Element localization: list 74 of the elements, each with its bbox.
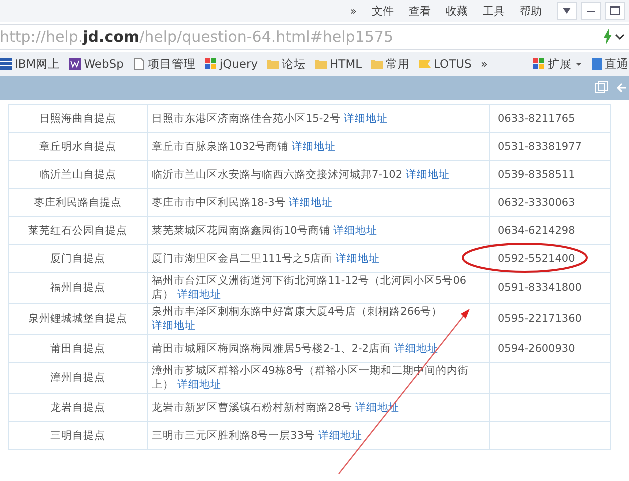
address-text: 泉州市丰泽区刺桐东路中好富康大厦4号店（刺桐路266号） 详细地址	[152, 306, 443, 332]
address-text: 章丘市百脉泉路1032号商铺 详细地址	[152, 140, 336, 152]
store-name-cell: 莆田自提点	[8, 334, 148, 362]
menu-item[interactable]: 收藏	[446, 4, 468, 18]
details-link[interactable]: 详细地址	[334, 224, 378, 236]
details-link[interactable]: 详细地址	[177, 379, 222, 391]
folder-icon	[371, 58, 384, 70]
bookmark-item[interactable]: 项目管理	[132, 56, 196, 72]
dropdown-icon[interactable]	[557, 2, 577, 20]
colored-squares-icon	[204, 58, 217, 70]
menu-item[interactable]: 文件	[372, 4, 394, 18]
store-name-cell: 莱芜红石公园自提点	[8, 216, 148, 244]
bookmark-item[interactable]: IBM网上	[0, 56, 60, 72]
stripes-icon	[0, 58, 12, 70]
address-text: 莱芜莱城区花园南路鑫园街10号商铺 详细地址	[152, 224, 378, 236]
folder-icon	[315, 58, 328, 70]
details-link[interactable]: 详细地址	[394, 342, 438, 354]
bookmark-item[interactable]: WebSp	[69, 57, 124, 71]
extensions-button[interactable]: 扩展	[533, 56, 583, 72]
folder-icon	[267, 58, 280, 70]
address-text: 福州市台江区义洲街道河下街北河路11-12号（北河园小区5号06店） 详细地址	[152, 275, 467, 301]
address-text: 临沂市兰山区水安路与临西六路交接沭河城邦7-102 详细地址	[152, 168, 450, 180]
store-name-cell: 枣庄利民路自提点	[8, 188, 148, 216]
address-text: 三明市三元区胜利路8号一层33号 详细地址	[152, 430, 362, 442]
address-text: 日照市东港区济南路佳合苑小区15-2号 详细地址	[152, 112, 388, 124]
bookmark-item[interactable]: jQuery	[204, 57, 258, 71]
store-name-cell: 厦门自提点	[8, 244, 148, 272]
page-icon	[592, 58, 602, 70]
maximize-icon[interactable]	[605, 2, 625, 20]
w-logo-icon	[69, 58, 82, 70]
bookmark-item[interactable]: 论坛	[267, 56, 306, 72]
phone-number: 0594-2600930	[498, 342, 576, 354]
bookmark-item[interactable]: LOTUS	[419, 57, 472, 71]
phone-number: 0531-83381977	[498, 140, 582, 152]
details-link[interactable]: 详细地址	[152, 320, 196, 332]
menu-item[interactable]: 查看	[409, 4, 431, 18]
details-link[interactable]: 详细地址	[177, 289, 222, 301]
details-link[interactable]: 详细地址	[289, 196, 334, 208]
overflow-chevron[interactable]: »	[350, 4, 357, 18]
phone-number: 0595-22171360	[498, 313, 582, 325]
details-link[interactable]: 详细地址	[344, 112, 388, 124]
phone-number: 0592-5521400	[498, 252, 576, 264]
menu-item[interactable]: 工具	[483, 4, 505, 18]
store-name-cell: 漳州自提点	[8, 362, 148, 394]
store-name-cell: 章丘明水自提点	[8, 132, 148, 160]
address-text: 厦门市湖里区金昌二里111号之5店面 详细地址	[152, 252, 380, 264]
colored-squares-icon	[533, 58, 545, 70]
flag-icon	[419, 58, 432, 70]
phone-number: 0632-3330063	[498, 196, 576, 208]
page-icon	[132, 58, 145, 70]
bookmark-item[interactable]: HTML	[315, 57, 362, 71]
minimize-icon[interactable]	[581, 2, 601, 20]
store-name-cell: 日照海曲自提点	[8, 104, 148, 132]
store-name-cell: 龙岩自提点	[8, 394, 148, 422]
details-link[interactable]: 详细地址	[318, 430, 362, 442]
bookmark-item[interactable]: 常用	[371, 56, 410, 72]
store-name-cell: 临沂兰山自提点	[8, 160, 148, 188]
caret-icon	[575, 60, 583, 68]
phone-number: 0633-8211765	[498, 112, 576, 124]
store-name-cell: 三明自提点	[8, 422, 148, 450]
url-field[interactable]: http://help.jd.com/help/question-64.html#help1575	[0, 28, 603, 46]
phone-number: 0634-6214298	[498, 224, 576, 236]
details-link[interactable]: 详细地址	[292, 140, 336, 152]
details-link[interactable]: 详细地址	[336, 252, 380, 264]
address-text: 莆田市城厢区梅园路梅园雅居5号楼2-1、2-2店面 详细地址	[152, 342, 438, 354]
store-name-cell: 福州自提点	[8, 272, 148, 304]
menu-item[interactable]: 帮助	[520, 4, 542, 18]
details-link[interactable]: 详细地址	[406, 168, 450, 180]
overflow-chevron[interactable]: »	[480, 57, 488, 71]
bookmark-item[interactable]: 直通	[592, 56, 629, 72]
phone-number: 0591-83341800	[498, 282, 582, 294]
address-text: 枣庄市市中区利民路18-3号 详细地址	[152, 196, 334, 208]
phone-number: 0539-8358511	[498, 168, 576, 180]
store-name-cell: 泉州鲤城城堡自提点	[8, 304, 148, 334]
